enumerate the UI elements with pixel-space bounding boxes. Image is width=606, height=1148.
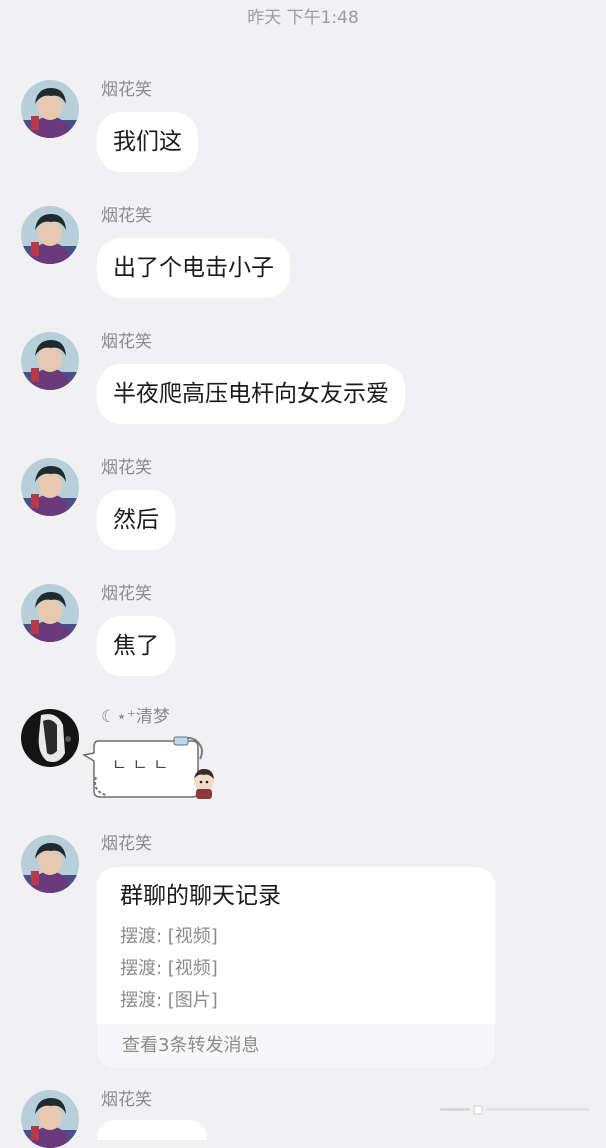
message-bubble[interactable]: 焦了 xyxy=(97,616,175,676)
card-title: 群聊的聊天记录 xyxy=(120,883,281,909)
avatar[interactable] xyxy=(21,584,79,642)
message-bubble[interactable]: 半夜爬高压电杆向女友示爱 xyxy=(97,364,405,424)
message-bubble[interactable]: 然后 xyxy=(97,490,175,550)
image-page-indicator xyxy=(436,1102,594,1116)
sender-name: 烟花笑 xyxy=(101,834,152,854)
sticker-text: ㄴㄴㄴ xyxy=(112,755,175,774)
avatar[interactable] xyxy=(21,206,79,264)
view-forwarded-link[interactable]: 查看3条转发消息 xyxy=(97,1024,495,1068)
message-bubble[interactable]: 我们这 xyxy=(97,112,198,172)
avatar[interactable] xyxy=(21,80,79,138)
sender-name: 烟花笑 xyxy=(101,458,152,478)
message-bubble[interactable] xyxy=(97,1120,207,1140)
avatar[interactable] xyxy=(21,835,79,893)
card-line: 摆渡: [图片] xyxy=(120,990,218,1011)
sender-name: 烟花笑 xyxy=(101,332,152,352)
sender-name: 烟花笑 xyxy=(101,206,152,226)
sender-name: ☾⋆⁺清梦 xyxy=(101,707,170,727)
card-line: 摆渡: [视频] xyxy=(120,926,218,947)
sticker-bubble[interactable]: ㄴㄴㄴ xyxy=(81,733,218,805)
avatar[interactable] xyxy=(21,709,79,767)
timestamp: 昨天 下午1:48 xyxy=(247,8,359,28)
sender-name: 烟花笑 xyxy=(101,584,152,604)
sender-name: 烟花笑 xyxy=(101,80,152,100)
forwarded-chat-card[interactable]: 群聊的聊天记录 摆渡: [视频] 摆渡: [视频] 摆渡: [图片] 查看3条转… xyxy=(97,867,495,1068)
avatar[interactable] xyxy=(21,1090,79,1148)
sender-name: 烟花笑 xyxy=(101,1090,152,1110)
message-bubble[interactable]: 出了个电击小子 xyxy=(97,238,290,298)
avatar[interactable] xyxy=(21,458,79,516)
card-line: 摆渡: [视频] xyxy=(120,958,218,979)
avatar[interactable] xyxy=(21,332,79,390)
